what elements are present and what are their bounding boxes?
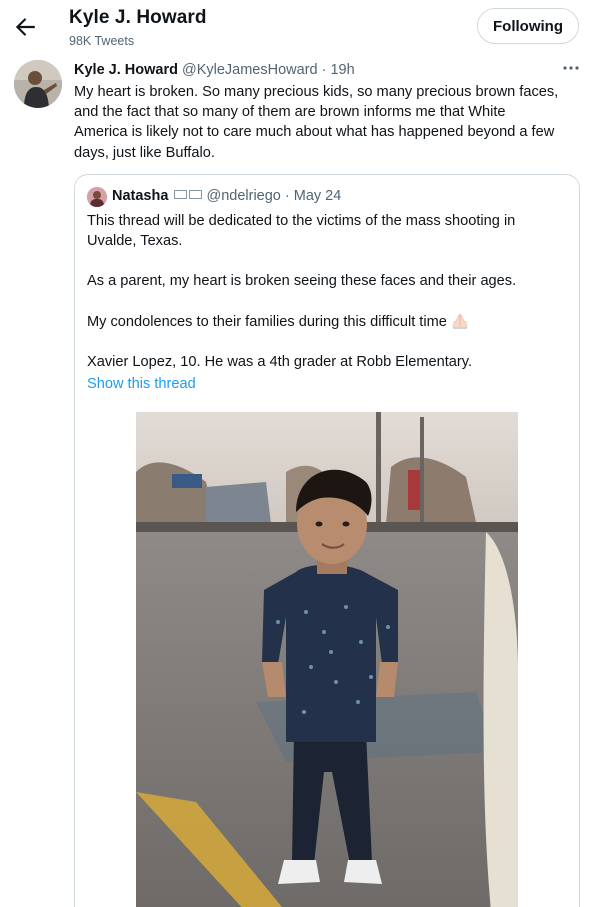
quoted-paragraph: This thread will be dedicated to the vic… <box>87 213 516 250</box>
tweet-text-line: My heart is broken. So many precious kid… <box>74 84 559 100</box>
following-button[interactable]: Following <box>477 8 579 44</box>
flag-icon <box>174 190 188 199</box>
quoted-tweet-photo[interactable] <box>136 412 518 907</box>
arrow-left-icon[interactable] <box>12 14 38 40</box>
quoted-tweet-card[interactable]: Natasha @ndelriego · May 24 This thread … <box>74 174 580 907</box>
flag-icon <box>189 190 203 199</box>
quoted-avatar[interactable] <box>87 187 107 207</box>
tweet-text: My heart is broken. So many precious kid… <box>74 82 584 163</box>
more-horizontal-icon[interactable] <box>560 59 582 77</box>
profile-header: Kyle J. Howard 98K Tweets Following <box>0 0 601 52</box>
dot-separator: · <box>280 188 294 204</box>
quoted-date[interactable]: May 24 <box>294 188 342 204</box>
quoted-paragraph: My condolences to their families during … <box>87 313 447 330</box>
tweet-time[interactable]: 19h <box>330 62 354 78</box>
tweet-author-line: Kyle J. Howard @KyleJamesHoward · 19h <box>74 62 355 78</box>
quoted-paragraph: As a parent, my heart is broken seeing t… <box>87 273 517 290</box>
avatar[interactable] <box>14 60 62 108</box>
quoted-tweet-text: This thread will be dedicated to the vic… <box>87 211 567 372</box>
quoted-author-name[interactable]: Natasha <box>112 188 168 204</box>
author-handle[interactable]: @KyleJamesHoward <box>182 62 318 78</box>
quoted-paragraph-with-icon: My condolences to their families during … <box>87 312 567 332</box>
show-thread-link[interactable]: Show this thread <box>87 376 196 392</box>
tweet-text-line: and the fact that so many of them are br… <box>74 104 506 121</box>
profile-name: Kyle J. Howard <box>69 7 207 28</box>
folded-hands-icon <box>452 313 468 329</box>
tweet-page: Kyle J. Howard 98K Tweets Following Kyle… <box>0 0 601 907</box>
quoted-author-line: Natasha @ndelriego · May 24 <box>112 188 341 204</box>
quoted-paragraph: Xavier Lopez, 10. He was a 4th grader at… <box>87 353 473 370</box>
boy-photo-illustration <box>136 412 518 907</box>
quoted-author-handle[interactable]: @ndelriego <box>206 188 280 204</box>
dot-separator: · <box>317 62 331 78</box>
avatar-photo <box>14 60 62 108</box>
tweet-text-line: America is likely not to care much about… <box>74 124 555 141</box>
author-name[interactable]: Kyle J. Howard <box>74 62 178 78</box>
tweet-count: 98K Tweets <box>69 34 135 48</box>
quoted-avatar-photo <box>87 187 107 207</box>
tweet-text-line: days, just like Buffalo. <box>74 144 215 161</box>
